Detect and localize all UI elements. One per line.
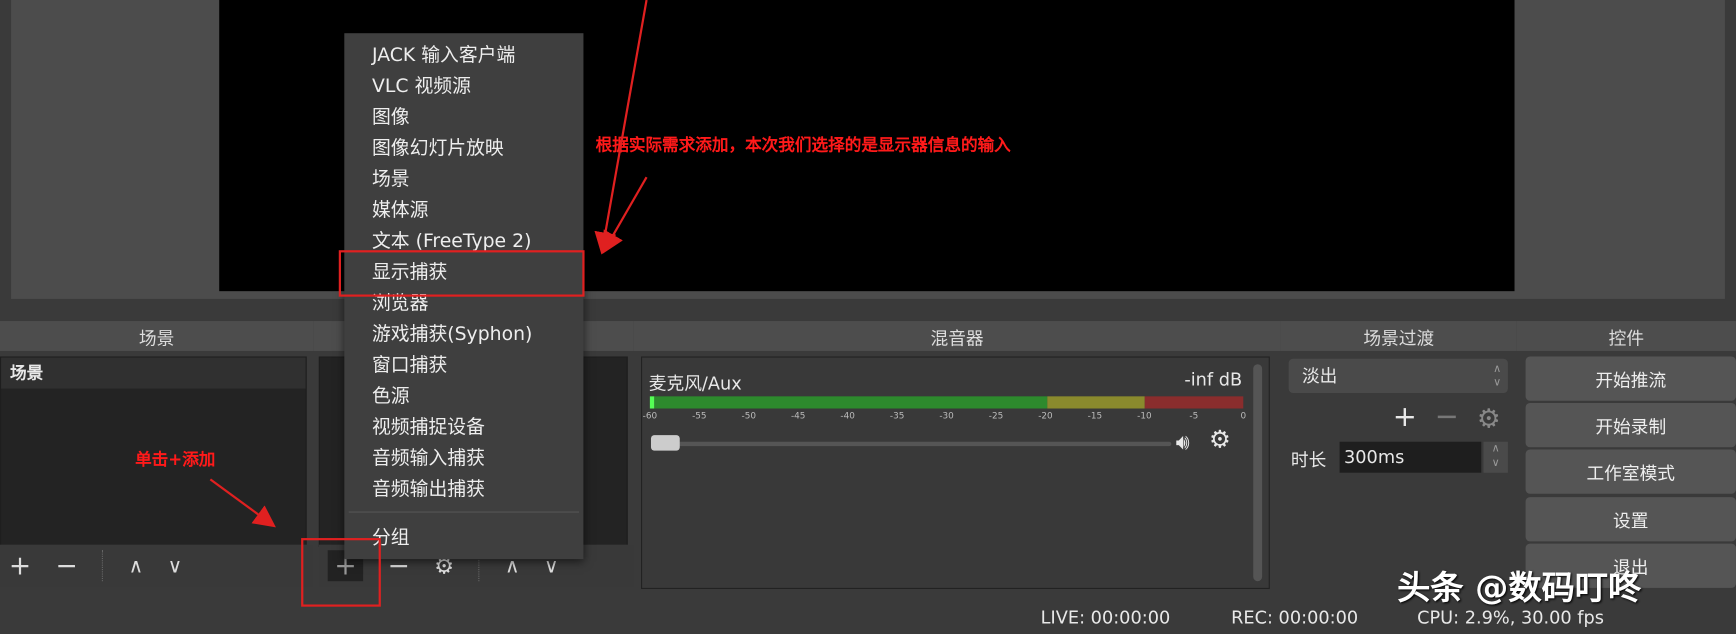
arrow-to-add-button [209, 478, 276, 528]
obs-window: 场景 来源 混音器 场景过渡 控件 场景 + − ∧ ∨ + − ⚙ ∧ ∨ 麦… [0, 0, 1736, 634]
arrow-to-menu-item [594, 0, 648, 255]
annotation-arrows [209, 0, 648, 528]
